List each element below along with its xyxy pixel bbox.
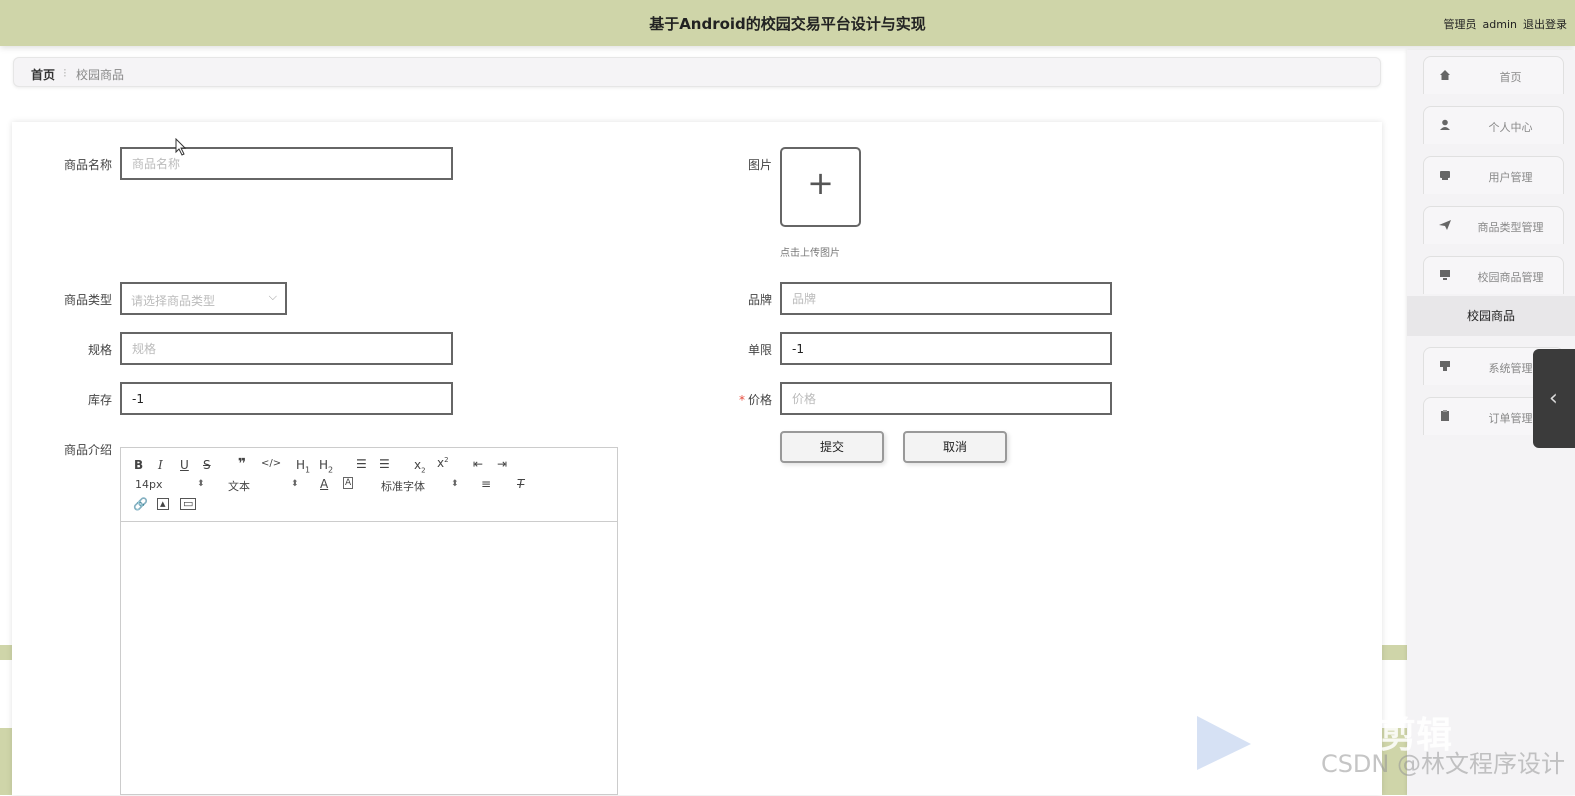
spec-label: 规格 [87,343,112,357]
price-field [780,382,1112,415]
breadcrumb-home[interactable]: 首页 [31,66,55,83]
bullet-list-icon[interactable]: ☰ [379,457,390,471]
spec-field [120,332,453,365]
ordered-list-icon[interactable]: ☰ [356,457,367,471]
limit-input[interactable] [782,334,1110,363]
sidebar-item-label: 首页 [1499,71,1522,84]
outdent-icon[interactable]: ⇤ [473,457,483,471]
editor-toolbar: B I U S ❞ </> H1 H2 ☰ ☰ x2 x2 ⇤ ⇥ 14px ⬍ … [121,448,617,522]
blockquote-icon[interactable]: ❞ [238,456,246,472]
sidebar-item-label: 个人中心 [1488,121,1533,134]
upload-hint: 点击上传图片 [780,248,840,259]
video-icon[interactable]: ▭ [180,498,197,510]
font-size-select[interactable]: 14px ⬍ [135,478,205,491]
monitor-icon [1440,270,1450,280]
app-title: 基于Android的校园交易平台设计与实现 [649,15,926,33]
video-watermark-logo-icon [1197,716,1251,770]
price-label-wrap: * 价格 [702,391,772,408]
sidebar-item-label: 用户管理 [1488,171,1533,184]
limit-field [780,332,1112,365]
chevron-down-icon: ⌵ [268,290,277,303]
price-input[interactable] [782,384,1110,413]
cancel-button[interactable]: 取消 [903,431,1007,463]
sidebar-item-product-types[interactable]: 商品类型管理 [1423,206,1564,244]
background-color-icon[interactable]: A [343,477,354,489]
image-icon[interactable]: ▴ [157,498,169,510]
send-icon [1439,220,1451,230]
type-select[interactable]: 请选择商品类型 ⌵ [120,282,287,315]
system-icon [1440,361,1450,371]
brand-field [780,282,1112,315]
code-icon[interactable]: </> [261,458,281,469]
top-header: 基于Android的校园交易平台设计与实现 管理员 admin 退出登录 [0,0,1575,46]
name-field [120,147,453,180]
updown-icon: ⬍ [451,479,459,489]
form-card: 商品名称 图片 + 点击上传图片 商品类型 请选择商品类型 ⌵ 品牌 规格 单限… [12,122,1382,795]
updown-icon: ⬍ [291,479,299,489]
superscript-icon[interactable]: x2 [437,456,449,470]
user-role: 管理员 [1443,18,1477,31]
indent-icon[interactable]: ⇥ [497,457,507,471]
font-size-value: 14px [135,478,163,491]
clipboard-icon [1441,410,1449,421]
type-label: 商品类型 [63,293,112,307]
sidebar-subitem-campus-products[interactable]: 校园商品 [1407,296,1575,336]
subscript-icon[interactable]: x2 [414,458,426,474]
watermark-text: CSDN @林文程序设计 [1320,750,1565,778]
font-color-icon[interactable]: A [320,477,328,491]
breadcrumb-separator: ⁝ [63,66,67,80]
align-icon[interactable]: ≡ [481,477,491,491]
stock-input[interactable] [122,384,451,413]
plus-icon: + [807,164,834,202]
sidebar-item-label: 校园商品管理 [1477,271,1544,284]
stock-field [120,382,453,415]
strikethrough-icon[interactable]: S [203,458,211,472]
username: admin [1482,18,1517,31]
image-upload-button[interactable]: + [780,147,861,227]
logout-link[interactable]: 退出登录 [1523,18,1567,31]
bold-icon[interactable]: B [134,458,143,472]
brand-label: 品牌 [747,293,772,307]
mouse-cursor-icon [175,138,187,156]
rich-text-editor: B I U S ❞ </> H1 H2 ☰ ☰ x2 x2 ⇤ ⇥ 14px ⬍ … [120,447,618,795]
block-format-select[interactable]: 文本 ⬍ [228,478,299,494]
italic-icon[interactable]: I [158,458,163,472]
chevron-left-icon: ‹ [1549,386,1558,411]
editor-content[interactable] [121,522,617,796]
limit-label: 单限 [747,343,772,357]
name-input[interactable] [122,149,451,178]
users-icon [1440,171,1450,180]
breadcrumb-current: 校园商品 [76,68,125,82]
type-placeholder: 请选择商品类型 [131,294,216,308]
spec-input[interactable] [122,334,451,363]
underline-icon[interactable]: U [180,458,189,472]
font-family-select[interactable]: 标准字体 ⬍ [381,478,461,494]
font-family-value: 标准字体 [381,480,425,493]
sidebar-collapse-button[interactable]: ‹ [1533,349,1575,448]
sidebar-item-profile[interactable]: 个人中心 [1423,106,1564,144]
stock-label: 库存 [87,393,112,407]
home-icon [1440,70,1450,80]
link-icon[interactable]: 🔗 [133,497,148,511]
heading1-icon[interactable]: H1 [296,458,310,474]
updown-icon: ⬍ [197,479,205,489]
sidebar-item-products[interactable]: 校园商品管理 [1423,256,1564,294]
sidebar-item-users[interactable]: 用户管理 [1423,156,1564,194]
heading2-icon[interactable]: H2 [319,458,333,474]
block-format-value: 文本 [228,480,250,493]
submit-button[interactable]: 提交 [780,431,884,463]
sidebar-item-label: 商品类型管理 [1477,221,1544,234]
sidebar-item-home[interactable]: 首页 [1423,56,1564,94]
name-label: 商品名称 [63,158,112,172]
breadcrumb: 首页 ⁝ 校园商品 [13,57,1381,87]
image-label: 图片 [747,158,772,172]
required-mark: * [738,393,745,407]
person-icon [1440,119,1450,130]
brand-input[interactable] [782,284,1110,313]
clear-format-icon[interactable]: T [517,477,524,491]
user-area: 管理员 admin 退出登录 [1438,16,1567,32]
price-label: 价格 [747,393,772,407]
intro-label: 商品介绍 [63,443,112,457]
